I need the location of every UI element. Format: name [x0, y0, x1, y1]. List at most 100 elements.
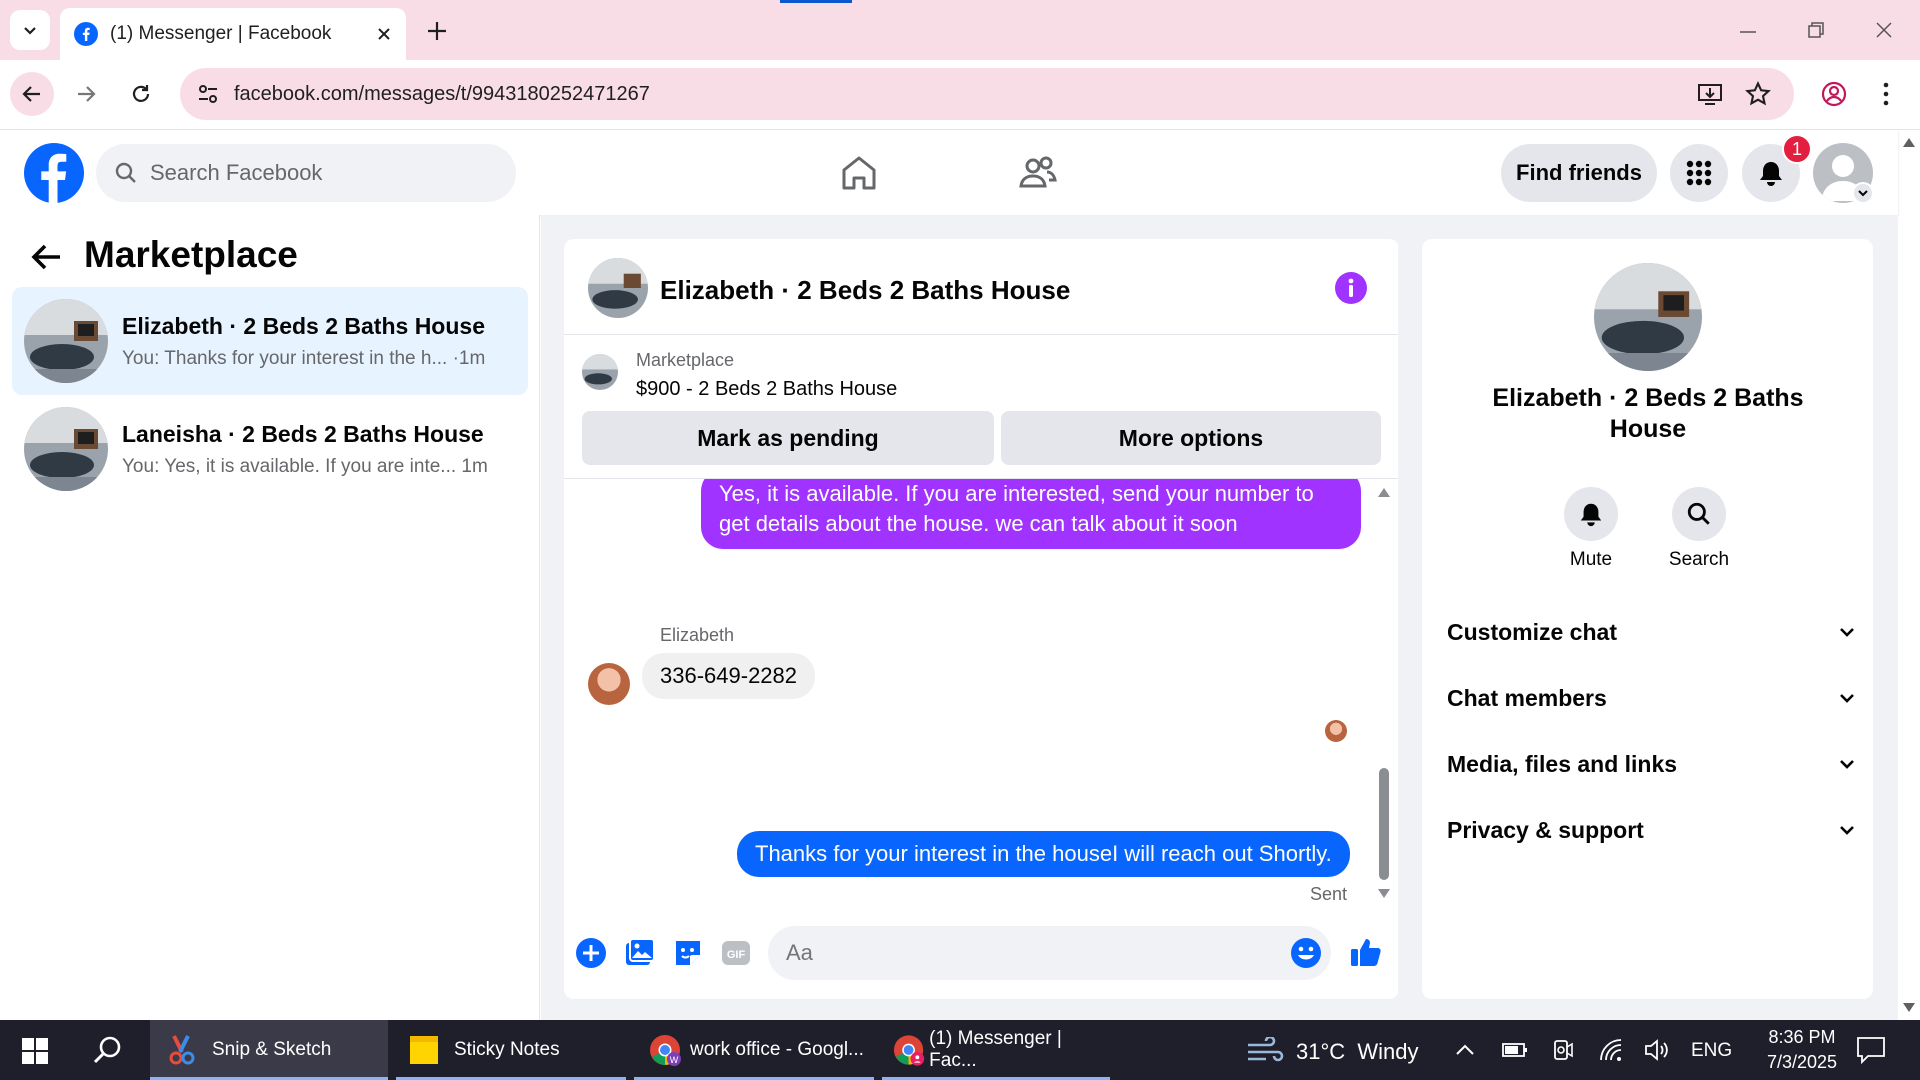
tab-title: (1) Messenger | Facebook: [110, 23, 332, 44]
close-window-icon[interactable]: [1874, 20, 1894, 40]
meet-now-icon[interactable]: [1551, 1038, 1575, 1062]
url-text[interactable]: facebook.com/messages/t/9943180252471267: [234, 83, 650, 106]
wifi-icon[interactable]: [1598, 1038, 1624, 1062]
windy-weather-icon[interactable]: [1246, 1037, 1286, 1065]
media-files-links-section[interactable]: Media, files and links: [1447, 742, 1857, 786]
chat-title[interactable]: Elizabeth · 2 Beds 2 Baths House: [660, 275, 1070, 306]
section-label: Chat members: [1447, 684, 1607, 711]
messages-viewport: Yes, it is available. If you are interes…: [564, 479, 1380, 904]
chevron-down-icon: [1840, 760, 1854, 769]
svg-text:W: W: [670, 1055, 679, 1065]
chevron-down-icon: [1840, 694, 1854, 703]
page-title: Marketplace: [84, 234, 298, 275]
install-app-icon[interactable]: [1696, 80, 1724, 108]
account-chevron[interactable]: [1852, 182, 1874, 204]
battery-icon[interactable]: [1502, 1040, 1528, 1060]
minimize-icon[interactable]: [1738, 22, 1758, 42]
svg-text:GIF: GIF: [727, 949, 746, 961]
tab-search-button[interactable]: [10, 10, 50, 50]
section-label: Media, files and links: [1447, 750, 1678, 777]
clock-time: 8:36 PM: [1768, 1027, 1836, 1047]
scroll-down-arrow-icon[interactable]: [1902, 1002, 1916, 1014]
plus-circle-icon[interactable]: [575, 937, 607, 969]
photo-icon[interactable]: [624, 937, 656, 969]
find-friends-button[interactable]: Find friends: [1501, 144, 1657, 202]
search-chat-button[interactable]: [1672, 487, 1726, 541]
notification-center-icon[interactable]: [1856, 1036, 1886, 1064]
language-indicator[interactable]: ENG: [1691, 1040, 1732, 1062]
chat-members-section[interactable]: Chat members: [1447, 676, 1857, 720]
menu-button[interactable]: [1670, 144, 1728, 202]
chat-scroll-up-icon[interactable]: [1377, 486, 1391, 498]
section-label: Customize chat: [1447, 618, 1617, 645]
privacy-support-section[interactable]: Privacy & support: [1447, 808, 1857, 852]
conversation-name: Elizabeth · 2 Beds 2 Baths House: [122, 312, 485, 339]
arrow-left-icon: [22, 86, 40, 102]
chat-avatar[interactable]: [588, 258, 648, 318]
taskbar-label: (1) Messenger | Fac...: [929, 1028, 1062, 1071]
new-tab-icon[interactable]: [426, 20, 448, 42]
reload-icon[interactable]: [129, 82, 153, 106]
clock-date: 7/3/2025: [1766, 1052, 1838, 1072]
browser-tab[interactable]: (1) Messenger | Facebook: [60, 8, 406, 60]
message-line: Yes, it is available. If you are interes…: [719, 481, 1314, 506]
read-receipt-avatar: [1325, 720, 1347, 742]
chevron-up-icon[interactable]: [1454, 1042, 1476, 1058]
emoji-icon[interactable]: [1290, 937, 1322, 969]
more-options-button[interactable]: More options: [1001, 411, 1381, 465]
listing-thumbnail: [24, 407, 108, 491]
info-icon[interactable]: [1334, 271, 1368, 305]
conversation-item[interactable]: Elizabeth · 2 Beds 2 Baths House You: Th…: [12, 287, 528, 395]
mute-label: Mute: [1569, 549, 1613, 570]
chevron-down-icon: [1840, 826, 1854, 835]
conversation-item[interactable]: Laneisha · 2 Beds 2 Baths House You: Yes…: [12, 395, 528, 503]
info-name: Elizabeth · 2 Beds 2 Baths House: [1492, 384, 1804, 443]
received-message: 336-649-2282: [642, 653, 816, 699]
close-tab-icon[interactable]: [376, 26, 392, 42]
taskbar-snip-sketch[interactable]: Snip & Sketch: [150, 1020, 388, 1080]
facebook-search[interactable]: [96, 144, 516, 202]
home-icon[interactable]: [838, 152, 880, 194]
search-icon: [1687, 502, 1710, 525]
weather-text[interactable]: 31°C Windy: [1296, 1039, 1419, 1065]
mark-pending-button[interactable]: Mark as pending: [582, 411, 994, 465]
scroll-up-arrow-icon[interactable]: [1902, 136, 1916, 148]
restore-icon[interactable]: [1806, 20, 1826, 40]
like-icon[interactable]: [1349, 935, 1383, 969]
search-input[interactable]: [150, 160, 470, 186]
friends-icon[interactable]: [1016, 152, 1058, 194]
mute-button[interactable]: [1564, 487, 1618, 541]
back-arrow-icon[interactable]: [30, 240, 64, 274]
back-button[interactable]: [10, 72, 54, 116]
site-info-icon[interactable]: [196, 82, 220, 106]
message-status: Sent: [1310, 884, 1348, 904]
windows-start-icon[interactable]: [22, 1038, 48, 1064]
chat-scrollbar-thumb[interactable]: [1379, 768, 1389, 880]
listing-title[interactable]: $900 - 2 Beds 2 Baths House: [636, 378, 897, 401]
chrome-icon: [893, 1035, 925, 1066]
customize-chat-section[interactable]: Customize chat: [1447, 610, 1857, 654]
volume-icon[interactable]: [1644, 1038, 1670, 1062]
profile-icon[interactable]: [1820, 80, 1848, 108]
message-input[interactable]: [786, 936, 1266, 970]
search-icon[interactable]: [92, 1034, 124, 1066]
listing-thumbnail: [582, 354, 618, 390]
taskbar-chrome-messenger[interactable]: (1) Messenger | Fac...: [882, 1020, 1110, 1080]
search-icon: [115, 162, 136, 183]
sender-avatar[interactable]: [588, 663, 630, 705]
taskbar-chrome-work[interactable]: W work office - Googl...: [634, 1020, 874, 1080]
clock[interactable]: 8:36 PM 7/3/2025: [1742, 1025, 1862, 1075]
omnibox[interactable]: facebook.com/messages/t/9943180252471267: [180, 68, 1794, 120]
menu-dots-icon[interactable]: [1876, 80, 1896, 108]
info-avatar[interactable]: [1594, 263, 1702, 371]
bookmark-star-icon[interactable]: [1744, 80, 1772, 108]
sticker-icon[interactable]: [672, 937, 704, 969]
conversation-preview: You: Yes, it is available. If you are in…: [122, 455, 457, 477]
listing-source: Marketplace: [636, 350, 735, 370]
chat-scroll-down-icon[interactable]: [1377, 888, 1391, 900]
facebook-logo-icon[interactable]: [24, 143, 84, 203]
snip-sketch-icon: [169, 1035, 195, 1065]
forward-icon[interactable]: [74, 82, 98, 106]
taskbar-sticky-notes[interactable]: Sticky Notes: [396, 1020, 626, 1080]
gif-icon[interactable]: GIF: [720, 937, 752, 969]
